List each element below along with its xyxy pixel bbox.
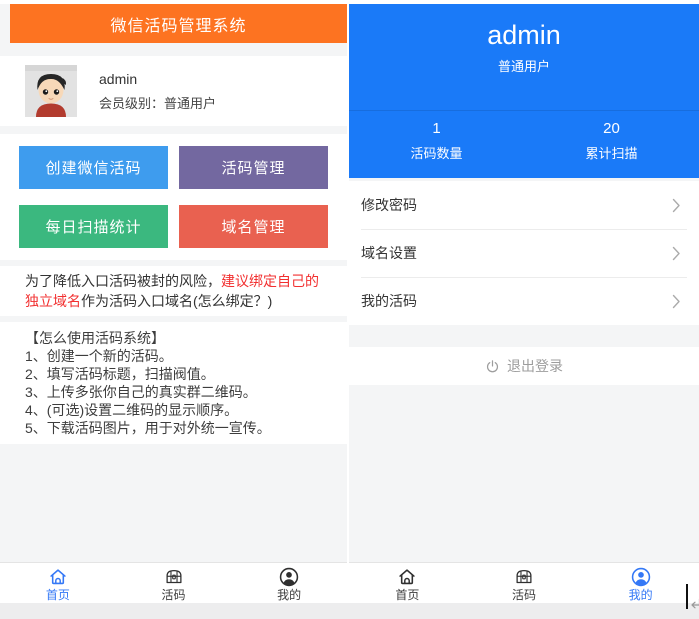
livecode-manage-button[interactable]: 活码管理 [179,146,328,189]
nav-tab-livecode[interactable]: 活码 [466,563,583,603]
profile-user-level: 普通用户 [497,59,550,74]
menu-label: 域名设置 [361,245,417,261]
daily-scan-stats-button[interactable]: 每日扫描统计 [19,205,168,248]
chevron-right-icon [672,246,680,260]
stat-livecode-count: 1 活码数量 [349,119,524,162]
create-livecode-button[interactable]: 创建微信活码 [19,146,168,189]
usage-step: 4、(可选)设置二维码的显示顺序。 [25,402,239,418]
profile-screen-panel: admin 普通用户 1 活码数量 20 累计扫描 修改密码 域名设置 我的活码… [349,0,699,603]
user-avatar [25,65,77,117]
menu-item-domain-settings[interactable]: 域名设置 [349,229,699,277]
nav-tab-mine[interactable]: 我的 [231,563,347,603]
domain-notice: 为了降低入口活码被封的风险，建议绑定自己的独立域名作为活码入口域名(怎么绑定？) [0,266,347,316]
stat-value: 1 [432,120,441,137]
nav-tab-home[interactable]: 首页 [349,563,466,603]
menu-item-change-password[interactable]: 修改密码 [349,181,699,229]
usage-step: 5、下载活码图片，用于对外统一宣传。 [25,420,271,436]
nav-label-livecode: 活码 [512,587,537,602]
usage-title: 【怎么使用活码系统】 [25,330,165,346]
menu-label: 我的活码 [361,293,417,309]
text-cursor-artifact [686,584,688,609]
stat-value: 20 [603,120,620,137]
nav-label-home: 首页 [395,587,420,602]
nav-label-mine: 我的 [628,587,653,602]
page-bottom-strip [0,603,699,619]
action-button-grid: 创建微信活码 活码管理 每日扫描统计 域名管理 [0,134,347,260]
user-info-card: admin 会员级别：普通用户 [0,56,347,126]
user-meta: admin 会员级别：普通用户 [99,71,216,112]
person-icon [279,567,299,586]
chest-icon [165,569,182,583]
usage-instructions: 【怎么使用活码系统】 1、创建一个新的活码。 2、填写活码标题，扫描阀值。 3、… [0,322,347,444]
nav-tab-home[interactable]: 首页 [0,563,116,603]
logout-button[interactable]: 退出登录 [349,347,699,385]
nav-label-livecode: 活码 [161,587,186,602]
nav-tab-livecode[interactable]: 活码 [116,563,232,603]
profile-username: admin [487,20,561,50]
bottom-nav-right: 首页 活码 我的 [349,562,699,603]
stat-total-scans: 20 累计扫描 [524,119,699,162]
domain-manage-button[interactable]: 域名管理 [179,205,328,248]
home-icon [50,568,66,584]
nav-label-home: 首页 [45,587,70,602]
profile-stats-row: 1 活码数量 20 累计扫描 [349,110,699,162]
user-level: 会员级别：普通用户 [99,95,217,111]
chevron-right-icon [672,294,680,308]
nav-label-mine: 我的 [277,587,302,602]
menu-item-my-livecodes[interactable]: 我的活码 [349,277,699,325]
app-header: 微信活码管理系统 [10,4,347,43]
home-screen-panel: 微信活码管理系统 admin 会员级别：普通用户 创建微信活码 活码管理 每日扫… [0,0,347,603]
stat-label: 累计扫描 [585,146,638,161]
settings-menu: 修改密码 域名设置 我的活码 [349,181,699,325]
person-icon [631,567,650,586]
notice-text-after[interactable]: 作为活码入口域名(怎么绑定？) [81,293,272,309]
power-icon [486,359,499,372]
usage-step: 1、创建一个新的活码。 [25,348,173,364]
nav-tab-mine[interactable]: 我的 [582,563,699,603]
logout-label: 退出登录 [507,358,563,374]
stat-label: 活码数量 [410,146,463,161]
user-name: admin [99,70,138,87]
notice-text-before: 为了降低入口活码被封的风险， [25,273,221,289]
app-title: 微信活码管理系统 [110,17,247,35]
bottom-nav-left: 首页 活码 我的 [0,562,347,603]
home-icon [399,568,415,584]
chevron-right-icon [672,198,680,212]
usage-step: 2、填写活码标题，扫描阀值。 [25,366,215,382]
chest-icon [516,569,532,583]
menu-label: 修改密码 [361,197,417,213]
return-mark-icon [691,598,699,609]
profile-header: admin 普通用户 1 活码数量 20 累计扫描 [349,4,699,178]
usage-step: 3、上传多张你自己的真实群二维码。 [25,384,257,400]
